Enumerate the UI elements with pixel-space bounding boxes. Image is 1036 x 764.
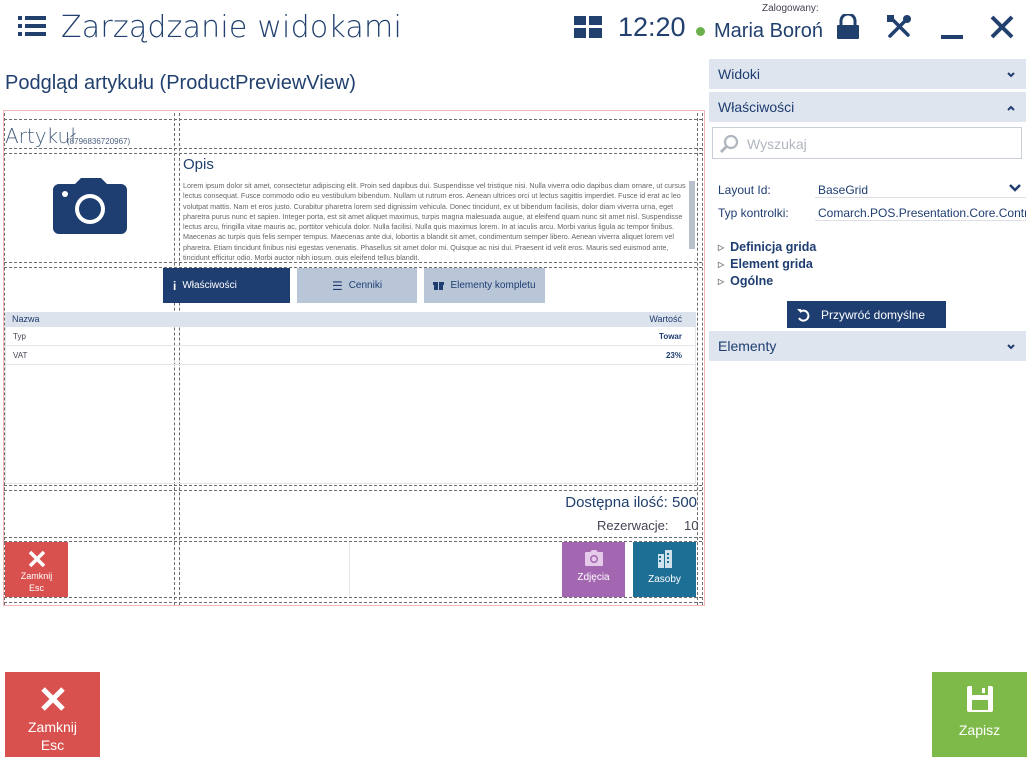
- tree-item-grid-definition[interactable]: Definicja grida: [718, 240, 816, 254]
- accordion-label: Widoki: [718, 66, 761, 82]
- accordion-elements[interactable]: Elementy: [709, 331, 1026, 361]
- clock-time: 12:20: [618, 12, 686, 42]
- accordion-label: Elementy: [718, 338, 777, 354]
- table-row: Typ Towar: [5, 327, 696, 346]
- reservation-label: Rezerwacje:: [597, 518, 669, 533]
- tab-label: Właściwości: [182, 280, 237, 291]
- tab-label: Elementy kompletu: [450, 280, 536, 291]
- search-icon: [719, 134, 739, 159]
- assets-button[interactable]: Zasoby: [633, 542, 696, 597]
- tab-label: Cenniki: [348, 280, 383, 291]
- available-quantity: Dostępna ilość: 500: [565, 494, 697, 511]
- reservation-value: 10: [684, 518, 699, 533]
- list-icon: ☰: [331, 278, 343, 293]
- layout-id-label: Layout Id:: [718, 183, 771, 197]
- tiles-icon[interactable]: [574, 16, 602, 43]
- table-header: Nazwa Wartość: [5, 312, 696, 327]
- chevron-down-icon: [1006, 339, 1016, 355]
- column-name: Nazwa: [12, 314, 40, 324]
- search-placeholder: Wyszukaj: [747, 136, 807, 152]
- close-icon[interactable]: [990, 14, 1014, 45]
- photos-button[interactable]: Zdjęcia: [562, 542, 625, 597]
- accordion-properties[interactable]: Właściwości: [709, 92, 1026, 122]
- grid-line: [4, 148, 702, 149]
- status-dot: [696, 27, 705, 36]
- row-value: 23%: [665, 351, 682, 360]
- photos-label: Zdjęcia: [577, 572, 610, 583]
- save-button[interactable]: Zapisz: [932, 672, 1027, 757]
- tab-properties[interactable]: i Właściwości: [163, 268, 290, 303]
- tree-item-general[interactable]: Ogólne: [718, 274, 773, 288]
- chevron-down-icon: [1006, 67, 1016, 83]
- close-button-preview[interactable]: Zamknij Esc: [5, 542, 68, 597]
- grid-line: [4, 153, 702, 154]
- restore-label: Przywróć domyślne: [821, 307, 926, 322]
- control-type-label: Typ kontrolki:: [718, 206, 789, 220]
- grid-line: [4, 262, 702, 263]
- grid-line: [4, 119, 702, 120]
- close-key: Esc: [28, 583, 44, 593]
- row-name: Typ: [13, 332, 26, 341]
- chevron-down-icon: [1008, 183, 1022, 197]
- scrollbar[interactable]: [689, 181, 695, 249]
- undo-icon: [796, 308, 810, 325]
- grid-line: [4, 602, 702, 603]
- divider: [349, 542, 350, 597]
- user-name: Maria Boroń: [714, 20, 823, 42]
- close-label: Zamknij: [27, 719, 77, 735]
- accordion-views[interactable]: Widoki: [709, 59, 1026, 89]
- camera-icon: [53, 178, 127, 239]
- close-label: Zamknij: [20, 571, 53, 581]
- layout-id-select[interactable]: BaseGrid: [815, 183, 1026, 198]
- grid-line: [4, 537, 702, 538]
- layout-id-value: BaseGrid: [818, 183, 869, 197]
- tab-price-lists[interactable]: ☰ Cenniki: [297, 268, 417, 303]
- grid-line: [4, 490, 702, 491]
- column-value: Wartość: [649, 314, 682, 324]
- grid-line: [702, 113, 703, 605]
- minimize-icon[interactable]: [940, 14, 964, 45]
- gift-icon: [433, 279, 445, 293]
- grid-line: [4, 597, 702, 598]
- assets-label: Zasoby: [648, 574, 681, 585]
- info-icon: i: [173, 278, 177, 293]
- page-title: Zarządzanie widokami: [61, 10, 402, 45]
- restore-defaults-button[interactable]: Przywróć domyślne: [787, 301, 946, 328]
- accordion-label: Właściwości: [718, 99, 795, 115]
- save-label: Zapisz: [958, 722, 1001, 738]
- row-value: Towar: [659, 332, 682, 341]
- description-title: Opis: [183, 156, 214, 173]
- preview-title: Podgląd artykułu (ProductPreviewView): [5, 72, 356, 94]
- article-label: Artykuł: [5, 124, 76, 148]
- tree-item-grid-element[interactable]: Element grida: [718, 257, 813, 271]
- chevron-up-icon: [1006, 100, 1016, 116]
- logged-label: Zalogowany:: [762, 3, 819, 14]
- article-code: (8796836720967): [67, 137, 131, 146]
- table-row: VAT 23%: [5, 346, 696, 365]
- menu-icon[interactable]: [18, 14, 46, 38]
- tab-set-elements[interactable]: Elementy kompletu: [424, 268, 545, 303]
- row-name: VAT: [13, 351, 28, 360]
- control-type-field[interactable]: Comarch.POS.Presentation.Core.Controls: [815, 206, 1026, 221]
- grid-line: [4, 485, 702, 486]
- lock-icon[interactable]: [836, 12, 860, 45]
- close-key: Esc: [40, 737, 65, 753]
- description-text: Lorem ipsum dolor sit amet, consectetur …: [183, 181, 686, 260]
- close-button[interactable]: Zamknij Esc: [5, 672, 100, 757]
- tools-icon[interactable]: [886, 14, 912, 45]
